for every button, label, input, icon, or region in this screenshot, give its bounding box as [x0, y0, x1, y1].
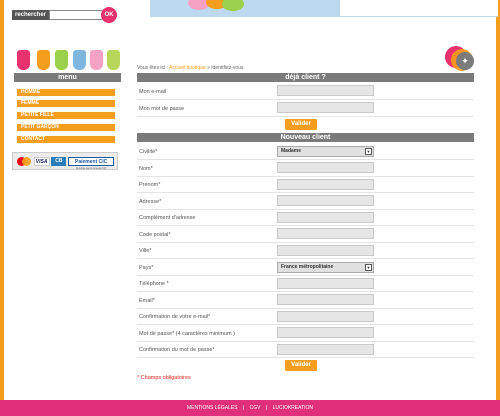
form-label: Confirmation de votre e-mail* — [139, 314, 211, 320]
prenom-input[interactable] — [277, 179, 374, 190]
menu-item-homme[interactable]: HOMME — [17, 89, 115, 96]
search-label: rechercher — [12, 10, 50, 20]
password-confirm-input[interactable] — [277, 344, 374, 355]
required-fields-note: * Champs obligatoires — [137, 375, 191, 381]
form-label: Mon mot de passe — [139, 106, 185, 112]
form-row-email-login: Mon e-mail — [137, 83, 474, 100]
form-label: Civilité* — [139, 149, 158, 155]
code-postal-input[interactable] — [277, 228, 374, 239]
login-password-input[interactable] — [277, 102, 374, 113]
form-row-prenom: Prénom* — [137, 177, 474, 193]
paiement-cic-icon: Paiement CIC Sécurisé par le Groupe CIC — [68, 156, 115, 170]
socks-decoration-image — [15, 50, 121, 72]
form-label: Pays* — [139, 265, 154, 271]
footer-separator: | — [242, 405, 245, 411]
login-submit-button[interactable]: Valider — [285, 119, 317, 130]
form-label: Adresse* — [139, 199, 162, 205]
breadcrumb: Vous êtes ici : Accueil boutique » Ident… — [137, 65, 244, 71]
email-confirm-input[interactable] — [277, 311, 374, 322]
form-row-telephone: Téléphone * — [137, 276, 474, 292]
new-client-header: Nouveau client — [137, 133, 474, 142]
civilite-select-value: Madame — [281, 148, 302, 154]
search-input[interactable] — [49, 10, 104, 20]
cb-icon: CB — [51, 156, 67, 166]
footer: MENTIONS LÉGALES | CGV | LUCIOKREATION — [0, 400, 500, 416]
form-label: Email* — [139, 298, 155, 304]
form-row-nom: Nom* — [137, 160, 474, 177]
menu-item-petit-garcon[interactable]: PETIT GARÇON — [17, 124, 115, 131]
register-submit-button[interactable]: Valider — [285, 360, 317, 371]
form-row-pays: Pays* France métropolitaine ▼ — [137, 259, 474, 276]
email-input[interactable] — [277, 294, 374, 305]
form-row-password-login: Mon mot de passe — [137, 100, 474, 117]
ville-input[interactable] — [277, 245, 374, 256]
breadcrumb-current: Identifiez-vous — [211, 65, 244, 71]
complement-adresse-input[interactable] — [277, 212, 374, 223]
form-row-adresse: Adresse* — [137, 193, 474, 210]
form-row-complement: Complément d'adresse — [137, 210, 474, 226]
form-label: Code postal* — [139, 232, 171, 238]
payment-logos: VISA CB Paiement CIC Sécurisé par le Gro… — [12, 152, 118, 170]
visa-icon: VISA — [33, 156, 50, 166]
form-row-password-confirm: Confirmation du mot de passe* — [137, 342, 474, 358]
menu-item-femme[interactable]: FEMME — [17, 100, 115, 107]
telephone-input[interactable] — [277, 278, 374, 289]
pays-select-value: France métropolitaine — [281, 264, 334, 270]
menu-title: menu — [14, 73, 121, 82]
form-label: Prénom* — [139, 182, 161, 188]
form-label: Nom* — [139, 166, 153, 172]
form-label: Téléphone * — [139, 281, 169, 287]
nom-input[interactable] — [277, 162, 374, 173]
adresse-input[interactable] — [277, 195, 374, 206]
frame-border-left — [0, 0, 4, 400]
top-banner-image — [150, 0, 498, 17]
footer-separator: | — [265, 405, 268, 411]
breadcrumb-link-accueil[interactable]: Accueil boutique — [169, 65, 206, 71]
form-label: Ville* — [139, 248, 152, 254]
form-label: Mon e-mail — [139, 89, 167, 95]
form-row-ville: Ville* — [137, 243, 474, 259]
breadcrumb-prefix: Vous êtes ici : — [137, 65, 168, 71]
pays-select[interactable]: France métropolitaine ▼ — [277, 262, 374, 273]
chevron-down-icon: ▼ — [365, 148, 372, 155]
mastercard-icon — [16, 156, 32, 166]
frame-border-right — [496, 0, 500, 400]
handshake-icon: ✦ — [456, 52, 474, 70]
chevron-down-icon: ▼ — [365, 264, 372, 271]
site-logo[interactable]: ✦ — [445, 46, 475, 74]
form-label: Complément d'adresse — [139, 215, 196, 221]
form-label: Mot de passe* (4 caractères minimum ) — [139, 331, 235, 337]
paiement-cic-label: Paiement CIC — [75, 158, 108, 165]
form-label: Confirmation du mot de passe* — [139, 347, 215, 353]
footer-link-luciokreation[interactable]: LUCIOKREATION — [273, 405, 313, 411]
menu-item-contact[interactable]: CONTACT — [17, 136, 115, 143]
footer-link-cgv[interactable]: CGV — [250, 405, 261, 411]
login-email-input[interactable] — [277, 85, 374, 96]
breadcrumb-separator: » — [207, 65, 210, 71]
form-row-password: Mot de passe* (4 caractères minimum ) — [137, 325, 474, 342]
footer-link-mentions[interactable]: MENTIONS LÉGALES — [187, 405, 238, 411]
form-row-email: Email* — [137, 292, 474, 309]
paiement-cic-sublabel: Sécurisé par le Groupe CIC — [75, 166, 107, 170]
form-row-email-confirm: Confirmation de votre e-mail* — [137, 309, 474, 325]
menu-item-petite-fille[interactable]: PETITE FILLE — [17, 112, 115, 119]
form-row-civilite: Civilité* Madame ▼ — [137, 143, 474, 160]
civilite-select[interactable]: Madame ▼ — [277, 146, 374, 157]
existing-client-header: déjà client ? — [137, 73, 474, 82]
password-input[interactable] — [277, 327, 374, 338]
form-row-code-postal: Code postal* — [137, 226, 474, 243]
search-ok-button[interactable]: OK — [101, 7, 118, 23]
search-bar: rechercher OK — [12, 7, 118, 23]
